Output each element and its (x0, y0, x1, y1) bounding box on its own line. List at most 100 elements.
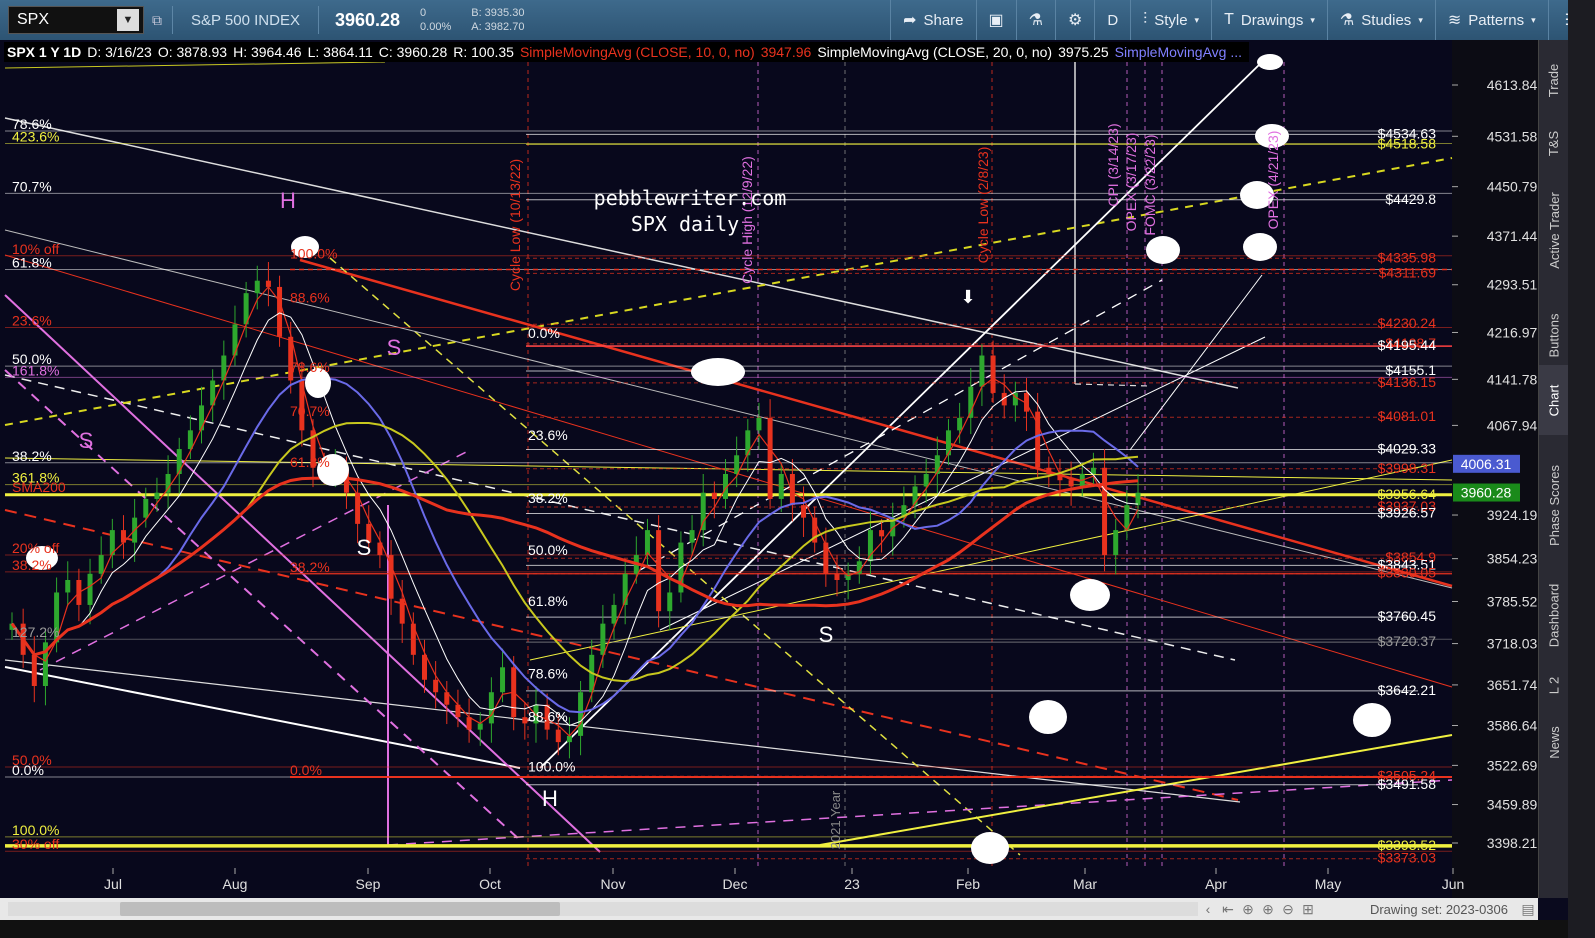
candle-body (700, 492, 706, 531)
y-tick-label: 4293.51 (1487, 277, 1538, 293)
tab-time-and-sales[interactable]: T&S (1539, 118, 1569, 168)
scroll-left-icon[interactable]: ‹ (1198, 901, 1218, 917)
candle-body (488, 692, 494, 724)
candle-body (1113, 530, 1119, 556)
tab-dashboard[interactable]: Dashboard (1539, 570, 1569, 660)
x-tick-label: 23 (844, 876, 860, 892)
candle-body (277, 286, 283, 337)
horizontal-scrollbar[interactable] (8, 902, 1198, 916)
chevron-down-icon[interactable]: ▼ (117, 9, 139, 31)
candle-body (778, 473, 784, 499)
price-level-label: $3926.57 (1378, 505, 1437, 521)
drawing-set-label[interactable]: Drawing set: 2023-0306 (1370, 902, 1518, 917)
ohlc-open: O: 3878.93 (157, 44, 228, 60)
right-edge-strip (1568, 0, 1595, 938)
cycle-annotation: Cycle High (12/9/22) (739, 156, 755, 284)
symbol-selector[interactable]: SPX ▼ (8, 6, 144, 34)
fib-left-label: 70.7% (12, 178, 52, 194)
crosshair-icon[interactable]: ⊕ (1238, 901, 1258, 918)
x-tick-label: May (1315, 876, 1341, 892)
pattern-letter: S (357, 535, 372, 560)
share-button[interactable]: ➦ Share (890, 0, 975, 40)
y-tick-label: 3459.89 (1487, 797, 1538, 813)
y-tick-label: 3854.23 (1487, 551, 1538, 567)
beaker-icon: ⚗ (1339, 12, 1355, 29)
x-tick-label: Jul (104, 876, 122, 892)
cycle-annotation: Cycle Low (10/13/22) (507, 159, 523, 291)
sma20-label[interactable]: SimpleMovingAvg (CLOSE, 20, 0, no) (814, 44, 1056, 60)
y-tick-label: 3924.19 (1487, 507, 1538, 523)
y-tick-label: 3398.21 (1487, 835, 1538, 851)
zoom-in-icon[interactable]: ⊕ (1258, 901, 1278, 918)
fib-left-label: 0.0% (12, 762, 44, 778)
tab-buttons[interactable]: Buttons (1539, 295, 1569, 375)
y-tick-label: 4531.58 (1487, 128, 1538, 144)
studies-button[interactable]: ⚗ Studies ▾ (1326, 0, 1435, 40)
x-tick-label: Aug (223, 876, 248, 892)
y-tick-label: 3586.64 (1487, 718, 1538, 734)
tab-level-2[interactable]: L 2 (1539, 665, 1569, 705)
cycle-annotation: Cycle Low (2/8/23) (975, 147, 991, 264)
collapse-icon[interactable]: ⇤ (1218, 901, 1238, 918)
period-button[interactable]: D (1094, 0, 1130, 40)
pct-change: 0.00% (420, 21, 452, 33)
link-icon[interactable]: ⧉ (152, 12, 166, 29)
price-level-label: $3642.21 (1378, 682, 1437, 698)
year-annotation: 2021 Year (828, 790, 843, 849)
sma-more-label[interactable]: SimpleMovingAvg ... (1112, 44, 1245, 60)
price-tag-label: 3960.28 (1461, 485, 1512, 501)
tab-trade[interactable]: Trade (1539, 50, 1569, 110)
scrollbar-thumb[interactable] (120, 902, 560, 916)
settings-button[interactable]: ⚙ (1054, 0, 1094, 40)
fib-mid-label: 100.0% (290, 246, 337, 262)
drawing-set-menu-icon[interactable]: ▤ (1518, 901, 1538, 918)
chevron-down-icon: ▾ (1418, 14, 1423, 25)
candle-body (87, 573, 93, 605)
pattern-letter: H (280, 188, 296, 213)
candle-body (1102, 467, 1108, 556)
sma10-label[interactable]: SimpleMovingAvg (CLOSE, 10, 0, no) (517, 44, 758, 60)
price-level-label: $4230.24 (1378, 315, 1437, 331)
sma20-value: 3975.25 (1058, 44, 1109, 60)
fib-center-label: 88.6% (528, 708, 568, 724)
flexible-grid-button[interactable]: ▣ (975, 0, 1016, 40)
candle-body (767, 417, 773, 499)
fib-mid-label: 0.0% (290, 762, 322, 778)
candle-body (644, 530, 650, 556)
price-chart[interactable]: $4534.63$4518.58$4429.8$4335.98$4311.69$… (0, 40, 1538, 898)
tab-phase-scores[interactable]: Phase Scores (1539, 450, 1569, 560)
candle-body (923, 473, 929, 487)
fib-center-label: 0.0% (528, 325, 560, 341)
candle-body (578, 692, 584, 736)
candle-body (801, 505, 807, 518)
price-tag-label: 4006.31 (1461, 456, 1512, 472)
candle-body (711, 492, 717, 499)
patterns-button[interactable]: ≋ Patterns ▾ (1434, 0, 1548, 40)
fib-mid-label: 61.8% (290, 454, 330, 470)
zoom-fit-icon[interactable]: ⊞ (1298, 901, 1318, 918)
tab-active-trader[interactable]: Active Trader (1539, 175, 1569, 285)
symbol-text: SPX (17, 11, 50, 28)
tab-chart[interactable]: Chart (1539, 365, 1569, 435)
candle-body (176, 449, 182, 474)
chevron-down-icon: ▾ (1194, 14, 1200, 25)
tab-news[interactable]: News (1539, 712, 1569, 772)
price-level-label: $4081.01 (1378, 408, 1437, 424)
y-tick-label: 4141.78 (1487, 371, 1538, 387)
fib-center-label: 50.0% (528, 542, 568, 558)
change-block: 0 0.00% (410, 6, 461, 34)
candle-body (65, 579, 71, 593)
candle-body (990, 355, 996, 393)
drawings-button[interactable]: T Drawings ▾ (1211, 0, 1327, 40)
candle-body (879, 530, 885, 537)
fib-left-label: 127.2% (12, 624, 59, 640)
ohlc-close: C: 3960.28 (378, 44, 448, 60)
price-level-label: $4518.58 (1378, 135, 1437, 151)
drawing-t-icon: T (1224, 11, 1234, 28)
zoom-out-icon[interactable]: ⊖ (1278, 901, 1298, 918)
fib-center-label: 78.6% (528, 665, 568, 681)
studies-lab-button[interactable]: ⚗ (1015, 0, 1055, 40)
y-tick-label: 4067.94 (1487, 417, 1538, 433)
style-button[interactable]: ⫶ Style ▾ (1130, 0, 1211, 40)
pattern-letter: H (542, 786, 558, 811)
